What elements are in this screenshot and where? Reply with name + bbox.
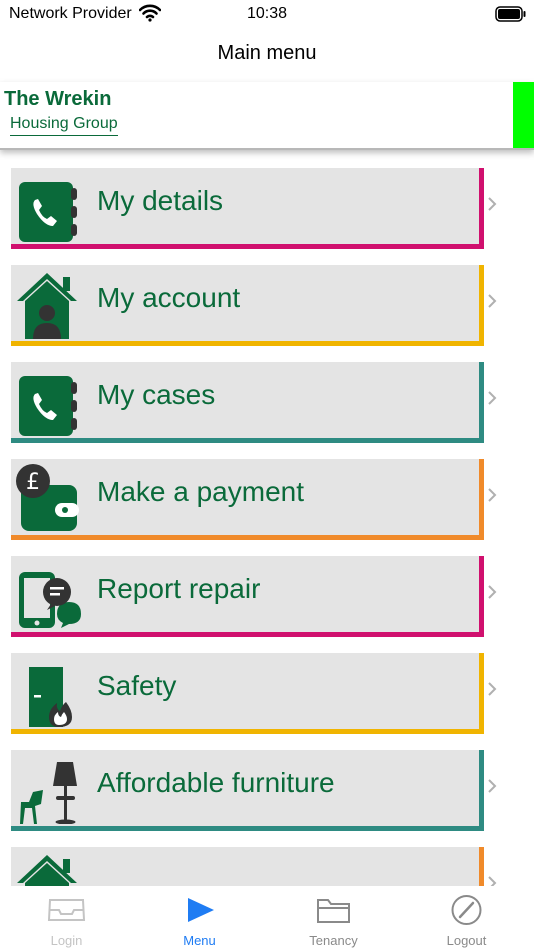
phone-chat-icon bbox=[19, 572, 81, 628]
tab-bar: Login Menu Tenancy Logout bbox=[0, 886, 534, 950]
chevron-right-icon bbox=[488, 488, 497, 502]
menu-item-label: My account bbox=[97, 282, 241, 313]
chevron-right-icon bbox=[488, 876, 497, 886]
tab-label: Menu bbox=[183, 933, 216, 948]
menu-item-make-a-payment[interactable]: £ Make a payment bbox=[11, 447, 497, 540]
phone-book-icon bbox=[19, 182, 77, 242]
menu-item-label: Safety bbox=[97, 670, 177, 701]
tab-label: Login bbox=[50, 933, 83, 948]
chevron-right-icon bbox=[488, 197, 497, 211]
brand-accent-bar bbox=[513, 82, 534, 148]
page-title: Main menu bbox=[217, 42, 317, 64]
menu-item-affordable-furniture[interactable]: Affordable furniture bbox=[11, 738, 497, 831]
menu-item-partial[interactable] bbox=[11, 835, 497, 886]
svg-text:£: £ bbox=[26, 470, 40, 495]
chevron-right-icon bbox=[488, 585, 497, 599]
wallet-pound-icon: £ bbox=[16, 464, 79, 531]
menu-item-label: My cases bbox=[97, 379, 216, 410]
tray-icon bbox=[47, 899, 86, 921]
menu-item-my-cases[interactable]: My cases bbox=[11, 350, 497, 443]
tab-tenancy[interactable]: Tenancy bbox=[267, 886, 400, 950]
clock: 10:38 bbox=[246, 5, 288, 22]
brand-subtitle: Housing Group bbox=[10, 115, 118, 136]
tab-label: Logout bbox=[446, 933, 487, 948]
battery-icon bbox=[495, 6, 526, 22]
tab-menu[interactable]: Menu bbox=[133, 886, 266, 950]
house-person-icon bbox=[17, 273, 77, 339]
menu-item-label: Affordable furniture bbox=[97, 767, 335, 798]
chevron-right-icon bbox=[488, 391, 497, 405]
tab-login[interactable]: Login bbox=[0, 886, 133, 950]
chevron-right-icon bbox=[488, 682, 497, 696]
menu-item-report-repair[interactable]: Report repair bbox=[11, 544, 497, 637]
menu-item-safety[interactable]: Safety bbox=[11, 641, 497, 734]
status-bar: Network Provider 10:38 bbox=[0, 0, 534, 30]
play-icon bbox=[188, 898, 214, 922]
tab-label: Tenancy bbox=[309, 933, 358, 948]
tab-logout[interactable]: Logout bbox=[400, 886, 533, 950]
chevron-right-icon bbox=[488, 294, 497, 308]
brand-name: The Wrekin bbox=[4, 88, 112, 110]
chevron-right-icon bbox=[488, 779, 497, 793]
fire-door-icon bbox=[29, 667, 72, 727]
menu-item-label: My details bbox=[97, 185, 224, 216]
main-menu-list[interactable]: My details My account My cases £ Make a … bbox=[0, 156, 534, 886]
menu-item-label: Report repair bbox=[97, 573, 261, 604]
furniture-icon bbox=[20, 762, 77, 824]
compass-icon bbox=[451, 895, 482, 925]
brand-header: The Wrekin Housing Group bbox=[0, 82, 534, 150]
house-icon bbox=[17, 855, 77, 886]
menu-item-my-details[interactable]: My details bbox=[11, 156, 497, 249]
menu-item-my-account[interactable]: My account bbox=[11, 253, 497, 346]
folder-icon bbox=[317, 899, 350, 923]
phone-book-icon bbox=[19, 376, 77, 436]
menu-item-label: Make a payment bbox=[97, 476, 304, 507]
